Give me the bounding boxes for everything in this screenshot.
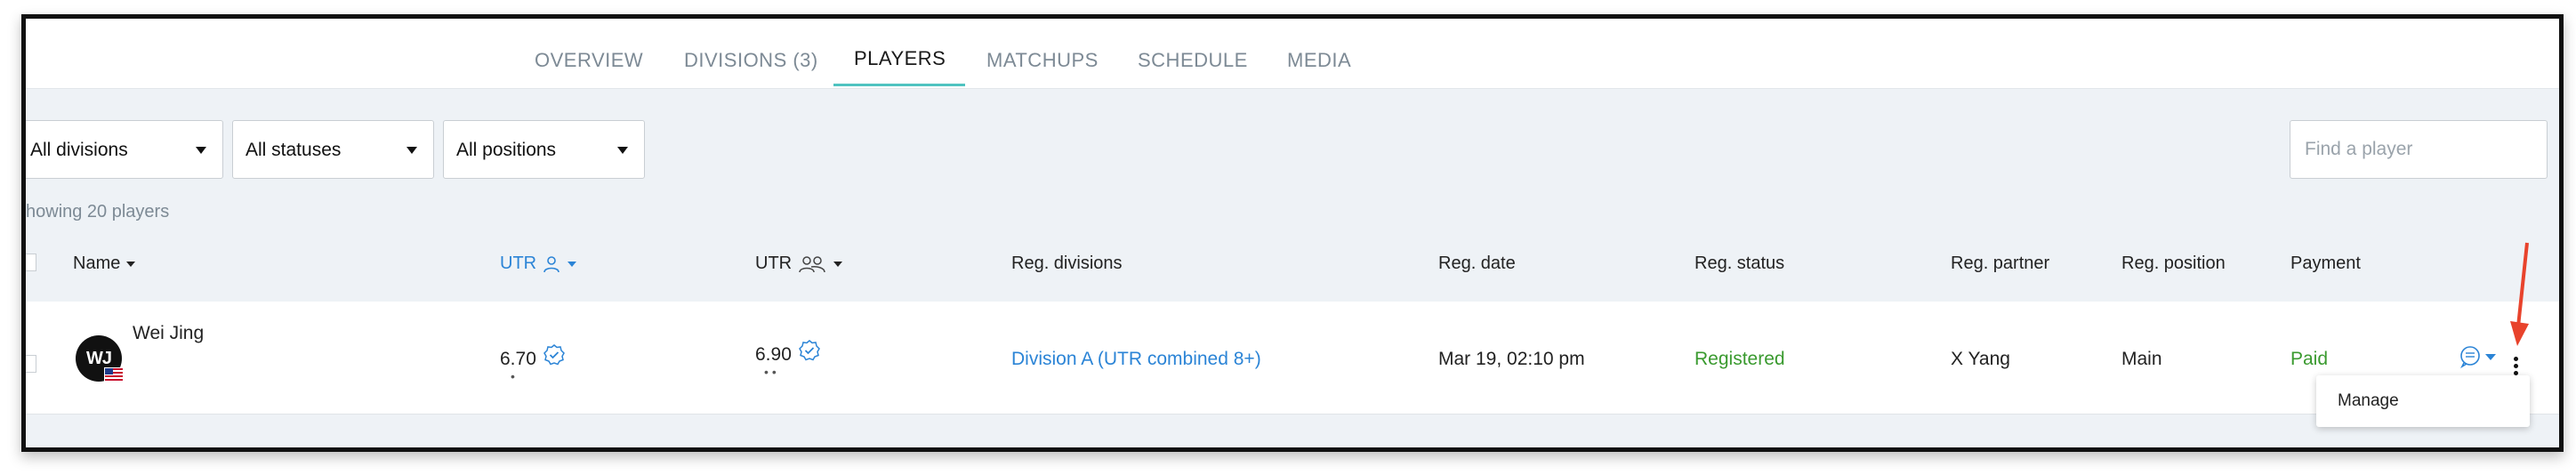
tab-bar: OVERVIEW DIVISIONS (3) PLAYERS MATCHUPS …	[26, 19, 2559, 89]
utr-reliability-dots: •	[511, 369, 519, 383]
caret-down-icon	[617, 147, 628, 154]
position-filter-value: All positions	[456, 140, 557, 160]
division-filter-select[interactable]: All divisions	[26, 120, 223, 179]
person-icon	[543, 255, 559, 272]
status-filter-select[interactable]: All statuses	[232, 120, 434, 179]
reg-position-value: Main	[2121, 349, 2162, 369]
sort-caret-down-icon	[568, 261, 577, 267]
column-header-reg-status: Reg. status	[1695, 254, 1785, 273]
column-header-reg-partner: Reg. partner	[1951, 254, 2050, 273]
column-header-reg-position: Reg. position	[2121, 254, 2226, 273]
verified-badge-icon	[799, 340, 820, 361]
column-header-name-label: Name	[73, 254, 121, 273]
player-search-input[interactable]	[2290, 120, 2548, 179]
column-header-utr-singles[interactable]: UTR	[500, 254, 578, 274]
reg-partner-value: X Yang	[1951, 349, 2010, 369]
us-flag-icon	[104, 367, 124, 382]
table-row[interactable]: WJ Wei Jing 6.70 • 6.90 •• Division A (U…	[26, 302, 2559, 415]
payment-status-value: Paid	[2290, 349, 2329, 369]
player-name-link[interactable]: Wei Jing	[133, 323, 204, 344]
column-header-utr-doubles-label: UTR	[755, 254, 793, 273]
caret-down-icon	[407, 147, 417, 154]
column-header-payment: Payment	[2290, 254, 2361, 273]
manage-menu-item[interactable]: Manage	[2338, 391, 2399, 411]
division-link[interactable]: Division A (UTR combined 8+)	[1011, 349, 1261, 370]
people-icon	[798, 255, 825, 272]
tab-matchups[interactable]: MATCHUPS	[986, 49, 1099, 72]
position-filter-select[interactable]: All positions	[443, 120, 645, 179]
tab-schedule[interactable]: SCHEDULE	[1138, 49, 1248, 72]
active-tab-underline	[833, 84, 965, 86]
column-header-reg-divisions: Reg. divisions	[1011, 254, 1123, 273]
status-filter-value: All statuses	[246, 140, 342, 160]
utr-doubles-value: 6.90	[755, 344, 792, 365]
column-header-name[interactable]: Name	[73, 254, 136, 274]
player-count-text: howing 20 players	[26, 202, 170, 221]
tab-players[interactable]: PLAYERS	[854, 47, 946, 70]
utr-singles-value: 6.70	[500, 349, 536, 369]
caret-down-icon	[196, 147, 206, 154]
verified-badge-icon	[543, 344, 565, 366]
division-filter-value: All divisions	[30, 140, 128, 160]
message-icon[interactable]	[2459, 344, 2501, 369]
column-header-utr-doubles[interactable]: UTR	[755, 254, 844, 274]
column-header-utr-singles-label: UTR	[500, 254, 537, 273]
red-arrow-icon	[2510, 242, 2529, 346]
app-window: OVERVIEW DIVISIONS (3) PLAYERS MATCHUPS …	[21, 14, 2564, 452]
tab-divisions[interactable]: DIVISIONS (3)	[684, 49, 818, 72]
select-all-checkbox[interactable]	[26, 254, 36, 271]
utr-reliability-dots: ••	[764, 365, 780, 379]
column-header-reg-date: Reg. date	[1438, 254, 1516, 273]
tab-overview[interactable]: OVERVIEW	[535, 49, 643, 72]
reg-date-value: Mar 19, 02:10 pm	[1438, 349, 1585, 369]
sort-caret-down-icon	[125, 261, 135, 267]
tab-media[interactable]: MEDIA	[1287, 49, 1351, 72]
sort-caret-down-icon	[833, 261, 843, 267]
row-checkbox[interactable]	[26, 355, 36, 373]
reg-status-value: Registered	[1695, 349, 1785, 369]
row-actions-menu: Manage	[2316, 375, 2530, 427]
